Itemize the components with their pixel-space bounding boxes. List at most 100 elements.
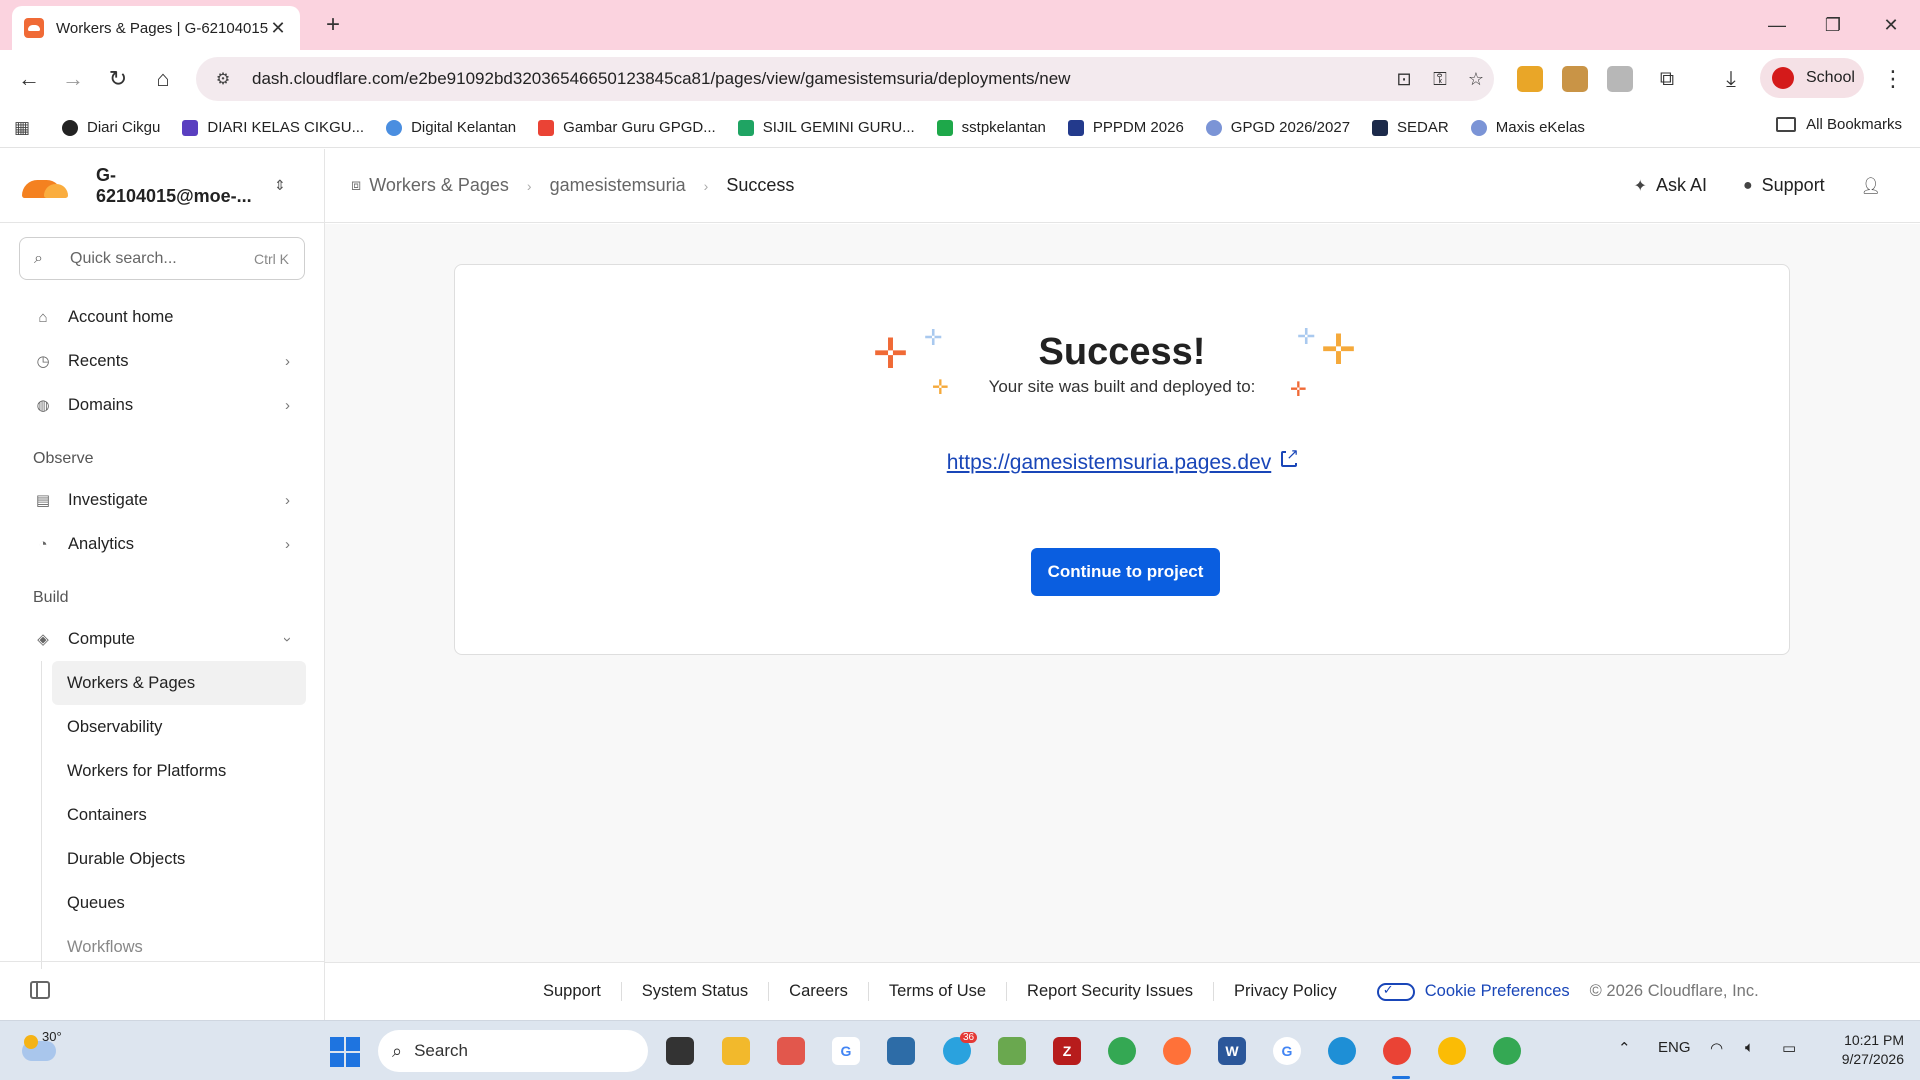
breadcrumb-item[interactable]: gamesistemsuria (550, 175, 686, 196)
bookmark-star-icon[interactable]: ☆ (1458, 69, 1494, 90)
browser-menu-icon[interactable]: ⋮ (1878, 64, 1908, 94)
bookmark-item[interactable]: PPPDM 2026 (1067, 119, 1184, 136)
sidebar-item-durable-objects[interactable]: Durable Objects (0, 837, 324, 881)
footer-link-privacy[interactable]: Privacy Policy (1214, 982, 1357, 1001)
cloudflare-logo-icon[interactable] (22, 174, 68, 198)
bookmark-favicon-icon (1067, 119, 1084, 136)
footer-link-system-status[interactable]: System Status (622, 982, 770, 1001)
back-icon[interactable]: ← (14, 64, 44, 94)
downloads-icon[interactable]: ⤓ (1716, 64, 1746, 94)
sidebar-item-queues[interactable]: Queues (0, 881, 324, 925)
section-heading-build: Build (33, 589, 69, 606)
new-tab-button[interactable]: + (318, 10, 348, 40)
sidebar-item-containers[interactable]: Containers (0, 793, 324, 837)
footer-link-security[interactable]: Report Security Issues (1007, 982, 1215, 1001)
sidebar-item-workers-for-platforms[interactable]: Workers for Platforms (0, 749, 324, 793)
wifi-icon[interactable]: ◠ (1710, 1039, 1723, 1057)
bookmark-item[interactable]: sstpkelantan (936, 119, 1046, 136)
extension-icon[interactable] (1517, 66, 1543, 92)
taskbar-search[interactable]: ⌕ Search (378, 1030, 648, 1072)
bookmark-item[interactable]: GPGD 2026/2027 (1205, 119, 1350, 136)
app-icon[interactable] (998, 1037, 1026, 1065)
account-switcher[interactable]: G-62104015@moe-... ⇕ (0, 149, 324, 223)
tab-close-icon[interactable]: ✕ (268, 18, 288, 39)
install-app-icon[interactable]: ⊡ (1386, 69, 1422, 90)
minimize-icon[interactable]: — (1757, 10, 1797, 40)
bookmark-favicon-icon (182, 119, 199, 136)
address-bar[interactable]: ⚙ dash.cloudflare.com/e2be91092bd3203654… (196, 57, 1494, 101)
url-text[interactable]: dash.cloudflare.com/e2be91092bd320365466… (252, 69, 1386, 89)
profile-avatar-icon (1772, 67, 1794, 89)
footer-link-support[interactable]: Support (523, 982, 622, 1001)
sidebar-item-compute[interactable]: ◈ Compute › (0, 617, 324, 661)
task-view-icon[interactable] (666, 1037, 694, 1065)
extensions-puzzle-icon[interactable]: ⧉ (1652, 64, 1682, 94)
all-bookmarks-button[interactable]: All Bookmarks (1776, 116, 1902, 133)
language-indicator[interactable]: ENG (1658, 1039, 1691, 1056)
compute-diamond-icon: ◈ (37, 631, 49, 648)
browser-tab-active[interactable]: Workers & Pages | G-62104015 ✕ (12, 6, 300, 50)
file-explorer-icon[interactable] (722, 1037, 750, 1065)
collapse-sidebar-icon[interactable] (30, 981, 50, 999)
profile-button[interactable]: School (1760, 58, 1864, 98)
bookmark-item[interactable]: Digital Kelantan (386, 119, 516, 136)
volume-icon[interactable]: 🔈︎ (1745, 1039, 1754, 1056)
sidebar-item-investigate[interactable]: ▤ Investigate › (0, 478, 324, 522)
user-menu-button[interactable]: 👤︎ (1861, 176, 1890, 196)
battery-icon[interactable]: ▭ (1782, 1039, 1796, 1057)
chrome-icon[interactable] (1438, 1037, 1466, 1065)
clock-date: 9/27/2026 (1841, 1051, 1904, 1067)
cookie-preferences-link[interactable]: Cookie Preferences (1376, 982, 1570, 1001)
app-icon[interactable] (887, 1037, 915, 1065)
google-icon[interactable]: G (832, 1037, 860, 1065)
filezilla-icon[interactable]: Z (1053, 1037, 1081, 1065)
chrome-icon[interactable] (1108, 1037, 1136, 1065)
system-clock[interactable]: 10:21 PM 9/27/2026 (1820, 1031, 1904, 1069)
bookmark-item[interactable]: SEDAR (1372, 119, 1449, 136)
apps-grid-icon[interactable]: ▦ (14, 118, 34, 138)
forward-icon[interactable]: → (58, 64, 88, 94)
bookmark-item[interactable]: Gambar Guru GPGD... (538, 119, 716, 136)
weather-widget[interactable]: 30° (22, 1029, 62, 1061)
sidebar-item-domains[interactable]: ◍ Domains › (0, 383, 324, 427)
bookmark-item[interactable]: DIARI KELAS CIKGU... (182, 119, 364, 136)
bookmark-item[interactable]: SIJIL GEMINI GURU... (737, 119, 915, 136)
search-shortcut: Ctrl K (254, 250, 289, 267)
chrome-icon[interactable] (1493, 1037, 1521, 1065)
continue-to-project-button[interactable]: Continue to project (1031, 548, 1220, 596)
sidebar-item-workers-pages[interactable]: Workers & Pages (52, 661, 306, 705)
site-info-icon[interactable]: ⚙ (208, 69, 238, 89)
close-window-icon[interactable]: ✕ (1871, 10, 1911, 40)
chrome-icon[interactable]: G (1273, 1037, 1301, 1065)
sidebar-item-observability[interactable]: Observability (0, 705, 324, 749)
sidebar-item-analytics[interactable]: ◔ Analytics › (0, 522, 324, 566)
extension-icon[interactable] (1562, 66, 1588, 92)
external-link-icon[interactable] (1281, 445, 1299, 467)
sidebar-item-account-home[interactable]: ⌂ Account home (0, 295, 324, 339)
footer-link-careers[interactable]: Careers (769, 982, 869, 1001)
windows-start-icon[interactable] (330, 1037, 360, 1067)
ask-ai-button[interactable]: ✦ Ask AI (1634, 175, 1707, 196)
word-icon[interactable]: W (1218, 1037, 1246, 1065)
restore-icon[interactable]: ❐ (1813, 10, 1853, 40)
deployment-url-link[interactable]: https://gamesistemsuria.pages.dev (947, 451, 1272, 474)
password-key-icon[interactable]: ⚿ (1422, 69, 1458, 90)
firefox-icon[interactable] (1163, 1037, 1191, 1065)
breadcrumb-item[interactable]: Workers & Pages (369, 175, 509, 196)
reload-icon[interactable]: ↻ (103, 64, 133, 94)
support-button[interactable]: ● Support (1743, 175, 1825, 196)
edge-icon[interactable] (1328, 1037, 1356, 1065)
app-icon[interactable] (777, 1037, 805, 1065)
chevron-up-down-icon: ⇕ (274, 177, 286, 193)
chrome-icon[interactable] (1383, 1037, 1411, 1065)
footer-link-terms[interactable]: Terms of Use (869, 982, 1008, 1001)
sidebar-item-recents[interactable]: ◷ Recents › (0, 339, 324, 383)
bookmark-item[interactable]: Maxis eKelas (1470, 119, 1585, 136)
bookmark-item[interactable]: Diari Cikgu (62, 119, 160, 136)
reading-list-icon[interactable] (1607, 66, 1633, 92)
chevron-right-icon: › (285, 352, 290, 370)
tray-overflow-icon[interactable]: ⌃ (1618, 1039, 1631, 1057)
sidebar: G-62104015@moe-... ⇕ ⌕ Quick search... C… (0, 149, 325, 1020)
quick-search-input[interactable]: ⌕ Quick search... Ctrl K (19, 237, 305, 280)
home-icon[interactable]: ⌂ (148, 64, 178, 94)
